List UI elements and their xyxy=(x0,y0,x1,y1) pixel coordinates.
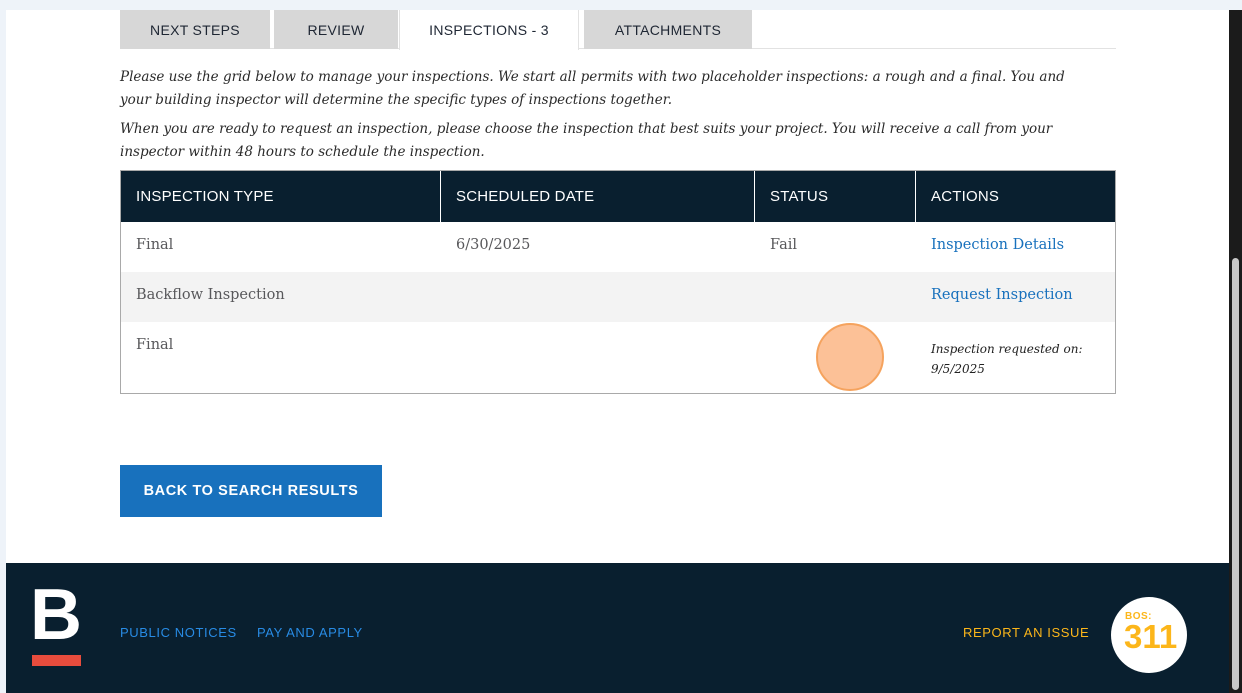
tab-review[interactable]: REVIEW xyxy=(274,10,398,49)
logo-bar xyxy=(32,655,81,666)
inspection-details-link[interactable]: Inspection Details xyxy=(931,237,1064,253)
tab-inspections[interactable]: INSPECTIONS - 3 xyxy=(399,10,579,50)
requested-label: Inspection requested on: xyxy=(931,342,1083,356)
bos-number: 311 xyxy=(1124,618,1178,655)
report-an-issue-link[interactable]: REPORT AN ISSUE xyxy=(963,625,1089,640)
cell-scheduled-date: 6/30/2025 xyxy=(456,237,531,253)
request-inspection-link[interactable]: Request Inspection xyxy=(931,287,1073,303)
bos-311-badge[interactable]: BOS: 311 xyxy=(1111,597,1187,673)
cell-inspection-type: Final xyxy=(136,337,174,353)
logo-letter: B xyxy=(30,575,82,655)
tab-bar: NEXT STEPS REVIEW INSPECTIONS - 3 ATTACH… xyxy=(120,10,1116,50)
cell-inspection-type: Backflow Inspection xyxy=(136,287,285,303)
table-row: Final 6/30/2025 Fail Inspection Details xyxy=(121,222,1115,272)
requested-date: 9/5/2025 xyxy=(931,362,985,376)
tab-next-steps[interactable]: NEXT STEPS xyxy=(120,10,270,49)
click-indicator xyxy=(816,323,884,391)
header-inspection-type: INSPECTION TYPE xyxy=(121,171,441,222)
scrollbar-track[interactable] xyxy=(1229,10,1242,693)
cell-inspection-type: Final xyxy=(136,237,174,253)
back-to-search-results-button[interactable]: BACK TO SEARCH RESULTS xyxy=(120,465,382,517)
intro-paragraph-1: Please use the grid below to manage your… xyxy=(120,69,1065,108)
scrollbar-thumb[interactable] xyxy=(1232,258,1239,690)
page-content: NEXT STEPS REVIEW INSPECTIONS - 3 ATTACH… xyxy=(6,10,1229,693)
site-footer: B PUBLIC NOTICES PAY AND APPLY REPORT AN… xyxy=(6,563,1229,693)
boston-logo[interactable]: B xyxy=(30,579,82,667)
header-scheduled-date: SCHEDULED DATE xyxy=(441,171,755,222)
header-actions: ACTIONS xyxy=(931,188,1000,205)
pay-and-apply-link[interactable]: PAY AND APPLY xyxy=(257,625,363,640)
inspections-table: INSPECTION TYPE SCHEDULED DATE STATUS AC… xyxy=(120,170,1116,394)
tab-attachments[interactable]: ATTACHMENTS xyxy=(584,10,752,49)
table-row: Final Inspection requested on: 9/5/2025 xyxy=(121,322,1115,393)
table-row: Backflow Inspection Request Inspection xyxy=(121,272,1115,322)
header-status: STATUS xyxy=(755,171,916,222)
inspection-requested-note: Inspection requested on: 9/5/2025 xyxy=(931,339,1091,379)
cell-status: Fail xyxy=(770,237,797,253)
table-header: INSPECTION TYPE SCHEDULED DATE STATUS AC… xyxy=(121,171,1115,222)
public-notices-link[interactable]: PUBLIC NOTICES xyxy=(120,625,237,640)
intro-paragraph-2: When you are ready to request an inspect… xyxy=(120,121,1053,160)
